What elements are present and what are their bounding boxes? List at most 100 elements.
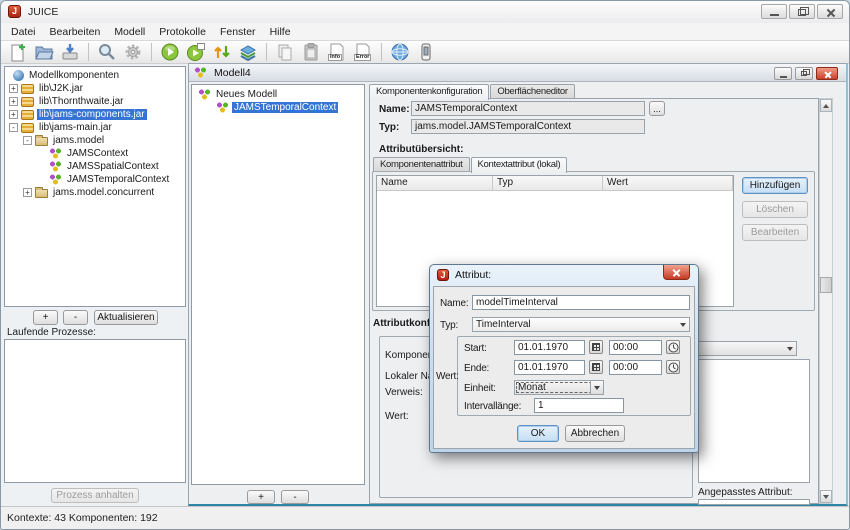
- start-date-input[interactable]: 01.01.1970: [514, 340, 585, 355]
- sphere-icon: [13, 70, 24, 81]
- tab-komponentenkonfiguration[interactable]: Komponentenkonfiguration: [369, 84, 489, 100]
- globe-icon: [390, 42, 410, 62]
- attribute-dialog: J Attribut: Name: modelTimeInterval Typ:…: [429, 264, 699, 453]
- menu-protokolle[interactable]: Protokolle: [152, 24, 213, 40]
- dialog-titlebar[interactable]: J Attribut:: [430, 265, 698, 285]
- expand-icon[interactable]: +: [9, 97, 18, 106]
- cancel-button[interactable]: Abbrechen: [565, 425, 625, 442]
- tree-item-jar-selected[interactable]: + lib\jams-components.jar: [5, 108, 185, 121]
- sidebar-add-button[interactable]: +: [33, 310, 58, 325]
- tree-item-package[interactable]: - jams.model: [5, 134, 185, 147]
- expand-icon[interactable]: +: [9, 84, 18, 93]
- open-model-button[interactable]: [32, 42, 56, 63]
- paste-button[interactable]: [299, 42, 323, 63]
- frame-close-button[interactable]: [816, 67, 838, 80]
- info-log-button[interactable]: Info: [325, 42, 349, 63]
- model-tree-root[interactable]: Neues Modell: [192, 88, 364, 101]
- save-model-button[interactable]: [58, 42, 82, 63]
- start-calendar-button[interactable]: [589, 340, 603, 354]
- expand-icon[interactable]: +: [23, 188, 32, 197]
- mobile-device-icon: [416, 42, 436, 62]
- tab-komponentenattribut[interactable]: Komponentenattribut: [373, 157, 470, 172]
- scroll-up-button[interactable]: [820, 99, 832, 112]
- edit-attribute-button[interactable]: Bearbeiten: [742, 224, 808, 241]
- web-button[interactable]: [388, 42, 412, 63]
- run-model-button[interactable]: [158, 42, 182, 63]
- ende-clock-button[interactable]: [666, 360, 680, 374]
- paste-icon: [301, 42, 321, 62]
- scrollbar-thumb[interactable]: [820, 277, 832, 293]
- expand-icon[interactable]: +: [9, 110, 18, 119]
- dialog-name-input[interactable]: modelTimeInterval: [472, 295, 690, 310]
- column-name[interactable]: Name: [377, 176, 493, 190]
- dialog-close-button[interactable]: [663, 265, 690, 280]
- copy-button[interactable]: [273, 42, 297, 63]
- ende-calendar-button[interactable]: [589, 360, 603, 374]
- interval-length-input[interactable]: 1: [534, 398, 624, 413]
- menu-hilfe[interactable]: Hilfe: [263, 24, 298, 40]
- model-add-button[interactable]: +: [247, 490, 275, 504]
- type-combobox[interactable]: TimeInterval: [472, 317, 690, 332]
- model-remove-button[interactable]: -: [281, 490, 309, 504]
- menu-modell[interactable]: Modell: [107, 24, 152, 40]
- component-name-field[interactable]: JAMSTemporalContext: [411, 101, 645, 116]
- new-file-icon: [8, 42, 28, 62]
- close-button[interactable]: [817, 4, 843, 19]
- unit-combobox[interactable]: Monat: [514, 380, 604, 395]
- device-button[interactable]: [414, 42, 438, 63]
- menu-bearbeiten[interactable]: Bearbeiten: [43, 24, 108, 40]
- tree-item-component[interactable]: JAMSSpatialContext: [5, 160, 185, 173]
- ok-button[interactable]: OK: [517, 425, 559, 442]
- clock-icon: [668, 342, 679, 353]
- tree-item-component[interactable]: JAMSContext: [5, 147, 185, 160]
- menu-datei[interactable]: Datei: [4, 24, 43, 40]
- column-typ[interactable]: Typ: [493, 176, 603, 190]
- add-attribute-button[interactable]: Hinzufügen: [742, 177, 808, 194]
- ende-date-input[interactable]: 01.01.1970: [514, 360, 585, 375]
- dialog-typ-label: Typ:: [440, 320, 458, 331]
- sidebar-remove-button[interactable]: -: [63, 310, 88, 325]
- collapse-icon[interactable]: -: [9, 123, 18, 132]
- tree-item-label: lib\jams-main.jar: [37, 122, 114, 133]
- internal-frame-titlebar[interactable]: Modell4: [189, 64, 846, 82]
- tree-item-label: jams.model: [51, 135, 106, 146]
- collapse-icon[interactable]: -: [23, 136, 32, 145]
- search-button[interactable]: [95, 42, 119, 63]
- tree-item-component[interactable]: JAMSTemporalContext: [5, 173, 185, 186]
- tab-kontextattribut[interactable]: Kontextattribut (lokal): [471, 157, 568, 173]
- menu-fenster[interactable]: Fenster: [213, 24, 263, 40]
- maximize-button[interactable]: [789, 4, 815, 19]
- model-exchange-button[interactable]: [210, 42, 234, 63]
- tree-item-root[interactable]: Modellkomponenten: [5, 69, 185, 82]
- column-wert[interactable]: Wert: [603, 176, 733, 190]
- stop-process-button[interactable]: Prozess anhalten: [51, 488, 139, 503]
- tree-item-package[interactable]: + jams.model.concurrent: [5, 186, 185, 199]
- frame-minimize-button[interactable]: [774, 67, 792, 80]
- component-type-field[interactable]: jams.model.JAMSTemporalContext: [411, 119, 645, 134]
- scroll-down-button[interactable]: [820, 490, 832, 503]
- delete-attribute-button[interactable]: Löschen: [742, 201, 808, 218]
- layers-button[interactable]: [236, 42, 260, 63]
- jar-icon: [21, 123, 34, 133]
- run-model-gui-button[interactable]: [184, 42, 208, 63]
- running-processes-list[interactable]: [4, 339, 186, 483]
- tree-item-jar[interactable]: + lib\J2K.jar: [5, 82, 185, 95]
- model-tree-child-selected[interactable]: JAMSTemporalContext: [192, 101, 364, 114]
- settings-button[interactable]: [121, 42, 145, 63]
- browse-button[interactable]: ...: [649, 101, 665, 116]
- attribute-list[interactable]: [698, 359, 810, 483]
- tree-item-jar[interactable]: + lib\Thornthwaite.jar: [5, 95, 185, 108]
- ende-time-input[interactable]: 00:00: [609, 360, 662, 375]
- custom-attribute-field[interactable]: [698, 499, 810, 505]
- tree-item-jar[interactable]: - lib\jams-main.jar: [5, 121, 185, 134]
- vertical-scrollbar[interactable]: [819, 98, 833, 504]
- frame-restore-button[interactable]: [795, 67, 813, 80]
- minimize-button[interactable]: [761, 4, 787, 19]
- attribute-select-combobox[interactable]: [698, 341, 797, 356]
- refresh-button[interactable]: Aktualisieren: [94, 310, 158, 325]
- error-log-button[interactable]: Error: [351, 42, 375, 63]
- start-time-input[interactable]: 00:00: [609, 340, 662, 355]
- start-clock-button[interactable]: [666, 340, 680, 354]
- tab-oberflaecheneditor[interactable]: Oberflächeneditor: [490, 84, 574, 99]
- new-model-button[interactable]: [6, 42, 30, 63]
